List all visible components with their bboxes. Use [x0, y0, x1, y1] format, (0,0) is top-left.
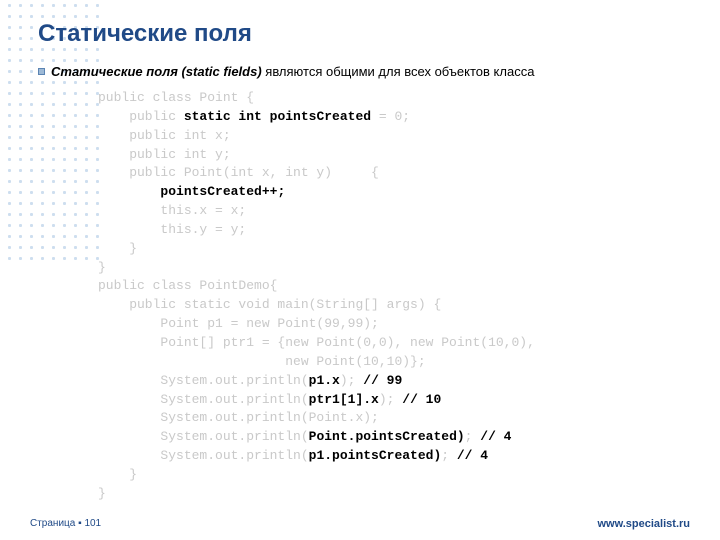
code-highlight: Point.pointsCreated)	[309, 429, 465, 444]
code-line: public int y;	[98, 147, 231, 162]
code-highlight: // 99	[363, 373, 402, 388]
code-line: ;	[441, 448, 457, 463]
slide-title: Статические поля	[38, 20, 682, 48]
code-line: = 0;	[371, 109, 410, 124]
code-line: new Point(10,10)};	[98, 354, 426, 369]
code-line: System.out.println(	[98, 392, 309, 407]
code-highlight: // 4	[457, 448, 488, 463]
code-block: public class Point { public static int p…	[98, 89, 682, 504]
code-line	[98, 184, 160, 199]
footer-url: www.specialist.ru	[597, 518, 690, 530]
code-highlight: // 10	[402, 392, 441, 407]
code-line: ;	[465, 429, 481, 444]
code-line: public class PointDemo{	[98, 278, 277, 293]
page-number: Страница ▪ 101	[30, 518, 101, 530]
code-line: public int x;	[98, 128, 231, 143]
code-highlight: // 4	[480, 429, 511, 444]
code-line: System.out.println(Point.x);	[98, 410, 379, 425]
code-line: Point p1 = new Point(99,99);	[98, 316, 379, 331]
code-highlight: p1.pointsCreated)	[309, 448, 442, 463]
code-line: this.y = y;	[98, 222, 246, 237]
slide-footer: Страница ▪ 101 www.specialist.ru	[0, 518, 720, 530]
code-line: System.out.println(	[98, 373, 309, 388]
code-highlight: ptr1[1].x	[309, 392, 379, 407]
code-line: this.x = x;	[98, 203, 246, 218]
page-num-value: 101	[84, 518, 101, 529]
code-line: }	[98, 260, 106, 275]
bullet-bold: Статические поля (static fields)	[51, 64, 262, 79]
bullet-point: Статические поля (static fields) являютс…	[38, 64, 682, 79]
code-line: System.out.println(	[98, 429, 309, 444]
code-line: public	[98, 109, 184, 124]
code-line: Point[] ptr1 = {new Point(0,0), new Poin…	[98, 335, 535, 350]
slide-content: Статические поля Статические поля (stati…	[0, 0, 720, 504]
bullet-icon	[38, 68, 45, 75]
bullet-rest: являются общими для всех объектов класса	[262, 64, 535, 79]
code-line: );	[379, 392, 402, 407]
code-highlight: p1.x	[309, 373, 340, 388]
page-prefix: Страница ▪	[30, 518, 84, 529]
code-line: }	[98, 486, 106, 501]
code-highlight: pointsCreated++;	[160, 184, 285, 199]
code-line: );	[340, 373, 363, 388]
code-line: public static void main(String[] args) {	[98, 297, 441, 312]
code-line: public class Point {	[98, 90, 254, 105]
bullet-text: Статические поля (static fields) являютс…	[51, 64, 534, 79]
code-line: }	[98, 467, 137, 482]
code-line: public Point(int x, int y) {	[98, 165, 379, 180]
code-line: System.out.println(	[98, 448, 309, 463]
code-highlight: static int pointsCreated	[184, 109, 371, 124]
code-line: }	[98, 241, 137, 256]
